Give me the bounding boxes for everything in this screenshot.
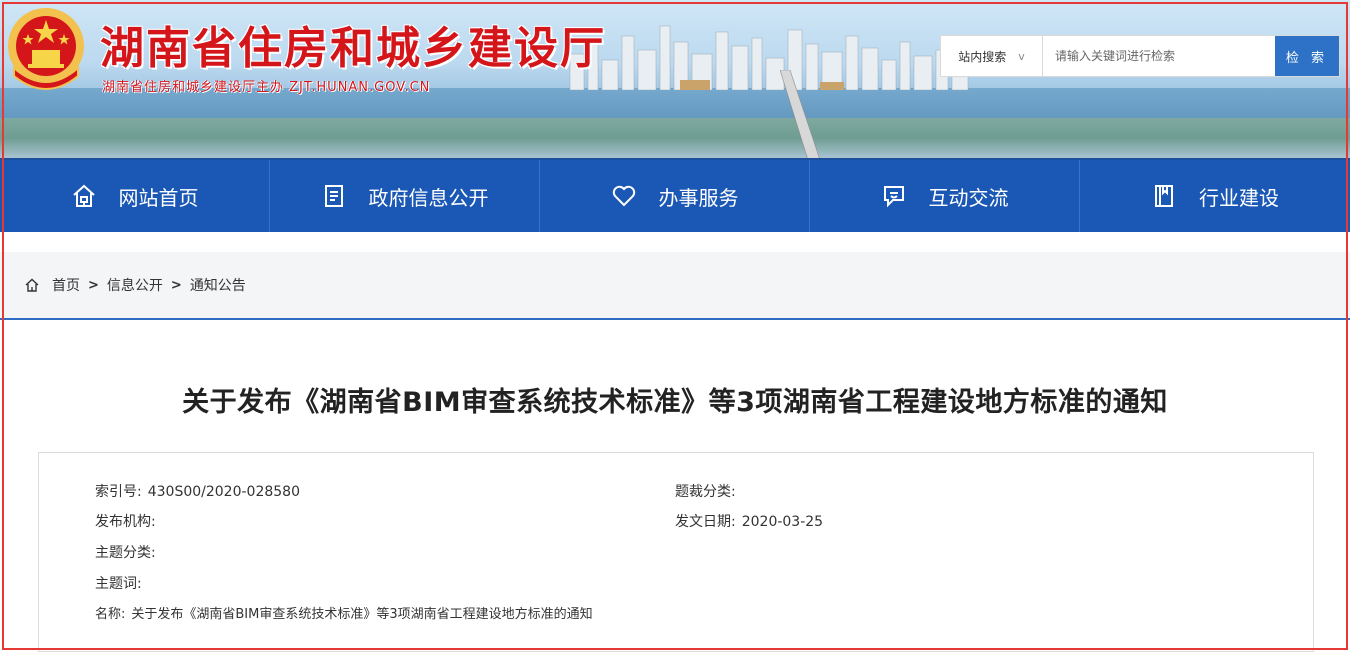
document-icon: [324, 185, 343, 207]
meta-publisher: 发布机构:: [95, 511, 162, 531]
meta-index: 索引号: 430S00/2020-028580: [95, 481, 300, 501]
nav-item-label: 网站首页: [118, 185, 199, 210]
nav-item-label: 互动交流: [928, 185, 1009, 210]
meta-index-value: 430S00/2020-028580: [147, 484, 300, 500]
meta-name-value: 关于发布《湖南省BIM审查系统技术标准》等3项湖南省工程建设地方标准的通知: [131, 607, 593, 622]
meta-publisher-label: 发布机构:: [95, 514, 156, 530]
breadcrumb-home-link[interactable]: 首页: [52, 275, 80, 295]
article-meta-box: 索引号: 430S00/2020-028580 题裁分类: 发布机构: 发文日期:…: [38, 452, 1314, 652]
book-icon: [1155, 185, 1173, 207]
nav-item-home[interactable]: 网站首页: [0, 160, 270, 232]
chevron-down-icon: v: [1018, 49, 1025, 63]
meta-name: 名称: 关于发布《湖南省BIM审查系统技术标准》等3项湖南省工程建设地方标准的通知: [95, 603, 593, 622]
home-icon: [72, 184, 95, 207]
nav-item-interaction[interactable]: 互动交流: [810, 160, 1080, 232]
nav-item-label: 行业建设: [1199, 185, 1279, 210]
bridge-image: [780, 70, 820, 158]
meta-name-label: 名称:: [95, 607, 126, 622]
meta-index-label: 索引号:: [95, 484, 142, 500]
skyline-image: [569, 25, 969, 90]
nav-item-gov-info[interactable]: 政府信息公开: [270, 160, 540, 232]
national-emblem-icon: [8, 8, 84, 90]
breadcrumb: 首页 > 信息公开 > 通知公告: [0, 252, 1350, 320]
meta-date-label: 发文日期:: [675, 514, 736, 530]
nav-item-label: 办事服务: [658, 185, 739, 210]
nav-item-industry[interactable]: 行业建设: [1080, 160, 1350, 232]
nav-item-services[interactable]: 办事服务: [540, 160, 810, 232]
home-icon: [25, 278, 39, 292]
main-nav: 网站首页 政府信息公开 办事服务 互动交流 行业建设: [0, 158, 1350, 232]
meta-date: 发文日期: 2020-03-25: [675, 511, 823, 531]
meta-keyword-label: 主题词:: [95, 576, 142, 592]
heart-icon: [612, 185, 635, 207]
page-title: 关于发布《湖南省BIM审查系统技术标准》等3项湖南省工程建设地方标准的通知: [182, 387, 1168, 418]
search-scope-select[interactable]: 站内搜索 v: [941, 36, 1043, 76]
banner-shore: [0, 118, 1350, 158]
search-box: 站内搜索 v 检 索: [940, 35, 1340, 77]
meta-topic-label: 主题分类:: [95, 545, 156, 561]
site-subtitle: 湖南省住房和城乡建设厅主办 ZJT.HUNAN.GOV.CN: [102, 80, 431, 95]
meta-genre-label: 题裁分类:: [675, 484, 736, 500]
meta-date-value: 2020-03-25: [741, 514, 824, 530]
search-scope-label: 站内搜索: [958, 49, 1007, 64]
chat-icon: [883, 186, 904, 208]
site-header: 湖南省住房和城乡建设厅 湖南省住房和城乡建设厅主办 ZJT.HUNAN.GOV.…: [0, 0, 1350, 158]
search-button[interactable]: 检 索: [1275, 36, 1339, 76]
breadcrumb-info-link[interactable]: 信息公开: [107, 275, 163, 295]
meta-topic: 主题分类:: [95, 542, 162, 562]
breadcrumb-current[interactable]: 通知公告: [190, 275, 246, 295]
search-input[interactable]: [1043, 36, 1275, 76]
breadcrumb-separator: >: [88, 277, 99, 293]
meta-genre: 题裁分类:: [675, 481, 742, 501]
meta-keyword: 主题词:: [95, 573, 148, 593]
site-title: 湖南省住房和城乡建设厅: [100, 23, 606, 74]
breadcrumb-separator: >: [170, 277, 182, 293]
nav-item-label: 政府信息公开: [368, 185, 489, 210]
